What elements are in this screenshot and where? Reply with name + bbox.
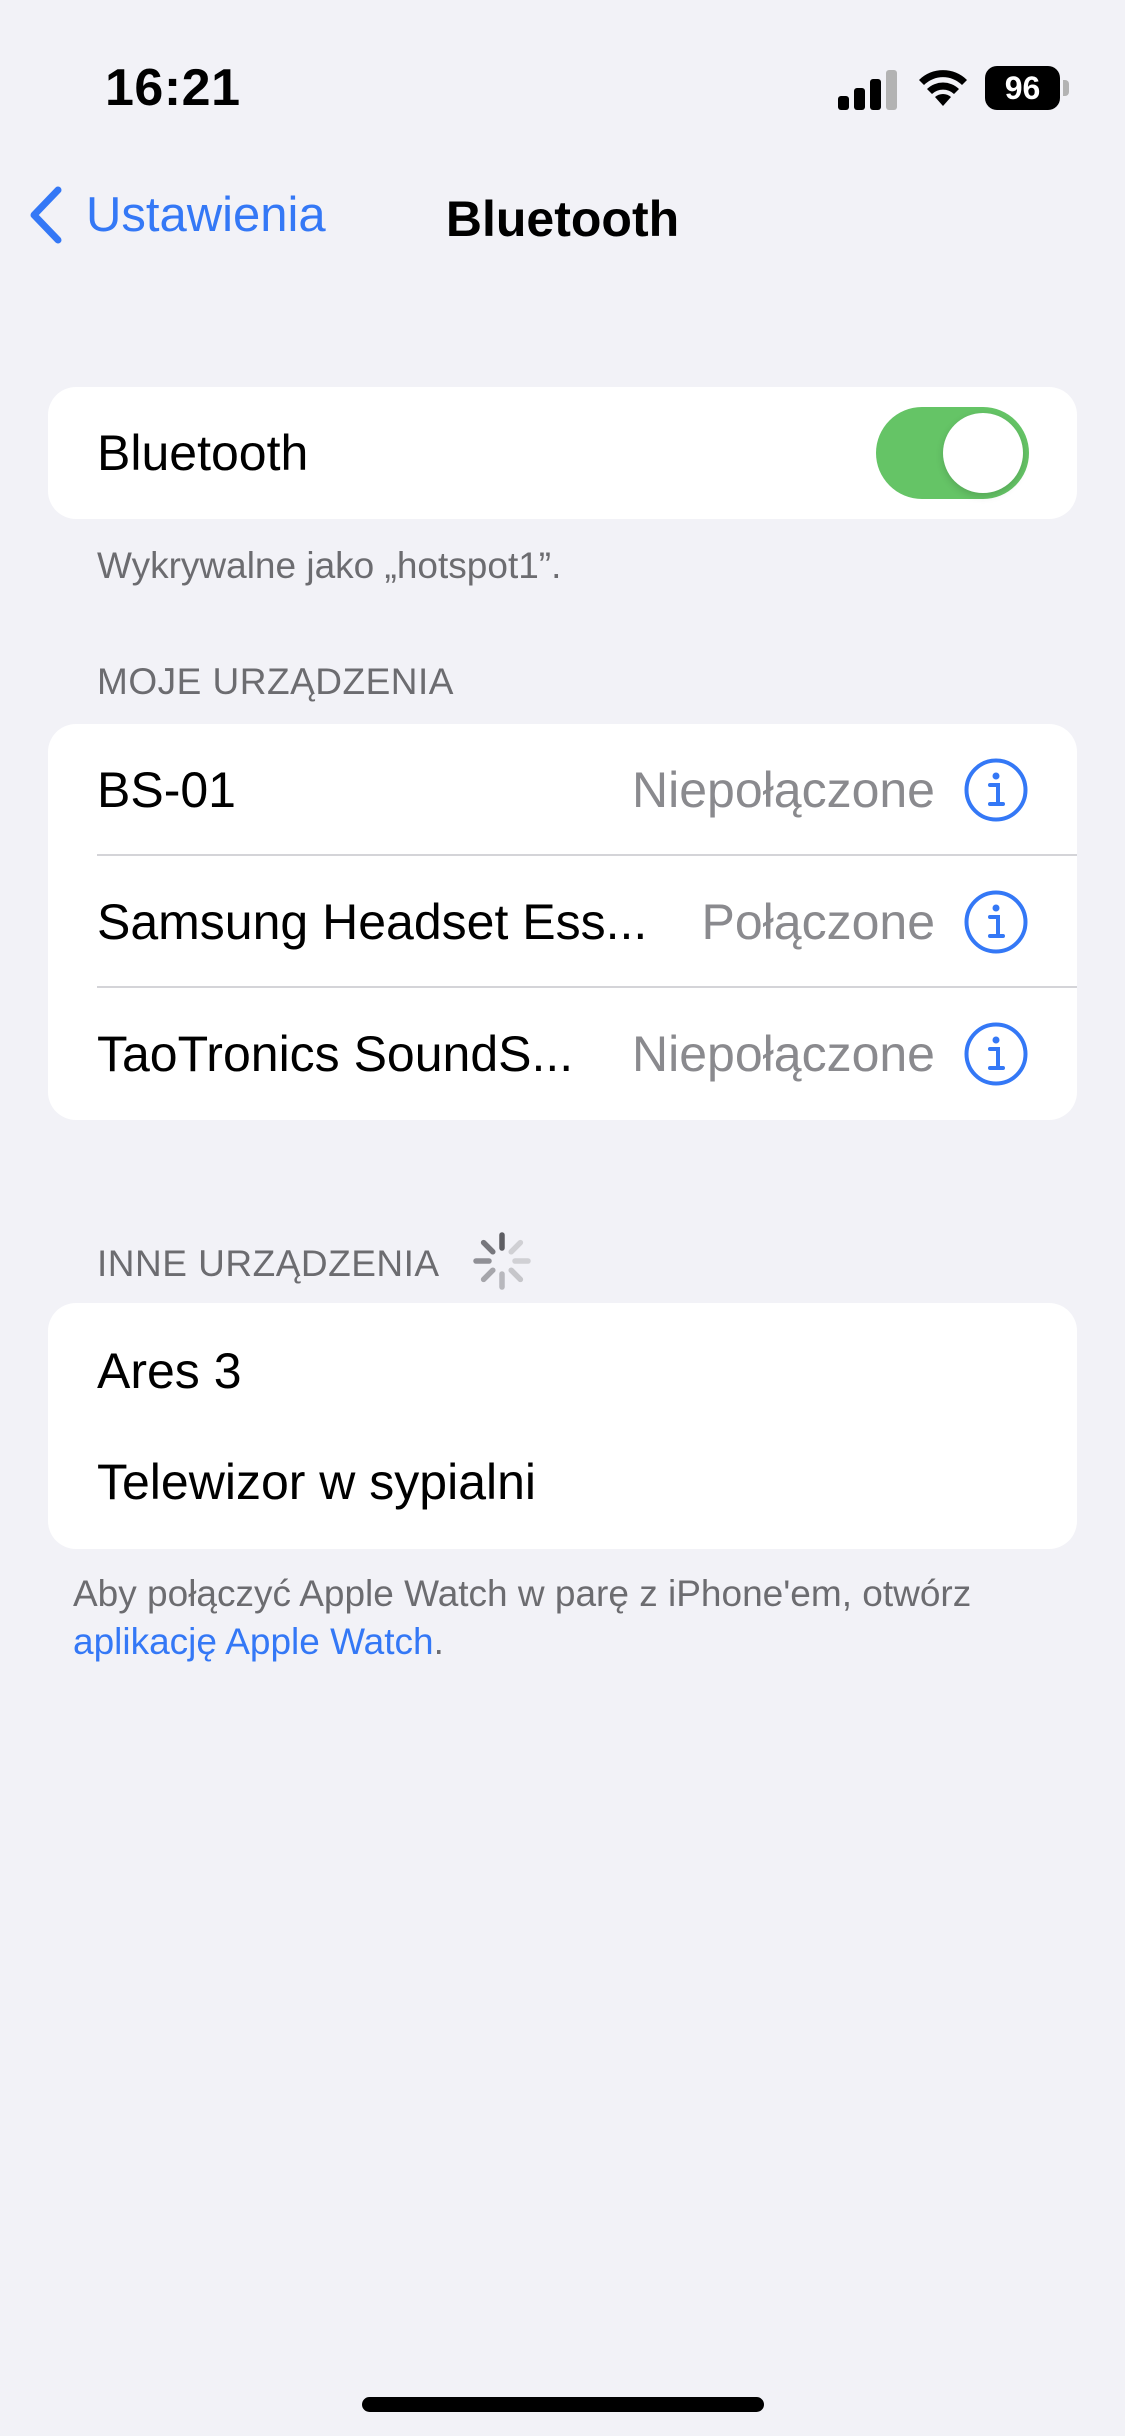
battery-icon: 96: [985, 66, 1069, 110]
device-row[interactable]: Ares 3: [48, 1315, 1077, 1426]
device-row[interactable]: Samsung Headset Ess... Połączone: [48, 856, 1077, 988]
signal-icon: [838, 70, 897, 110]
wifi-icon: [919, 70, 967, 106]
watch-note-text: Aby połączyć Apple Watch w parę z iPhone…: [73, 1573, 972, 1614]
watch-note-end: .: [433, 1621, 444, 1662]
toggle-knob: [943, 413, 1023, 493]
bluetooth-toggle-row: Bluetooth: [48, 387, 1077, 519]
info-icon[interactable]: [963, 889, 1029, 955]
navigation-bar: Ustawienia Bluetooth: [0, 170, 1125, 260]
apple-watch-app-link[interactable]: aplikację Apple Watch: [73, 1621, 434, 1662]
device-name: Telewizor w sypialni: [97, 1453, 537, 1510]
battery-tip: [1063, 80, 1069, 96]
apple-watch-note: Aby połączyć Apple Watch w parę z iPhone…: [73, 1570, 1053, 1666]
status-bar: 16:21 96: [0, 0, 1125, 150]
info-icon[interactable]: [963, 1021, 1029, 1087]
my-devices-header: MOJE URZĄDZENIA: [97, 661, 454, 702]
device-row[interactable]: Telewizor w sypialni: [48, 1426, 1077, 1537]
device-status: Niepołączone: [632, 1026, 935, 1082]
bluetooth-toggle[interactable]: [876, 407, 1029, 499]
other-devices-header: INNE URZĄDZENIA: [97, 1243, 440, 1284]
device-name: TaoTronics SoundS...: [97, 1026, 574, 1082]
info-icon[interactable]: [963, 757, 1029, 823]
other-devices-list: Ares 3 Telewizor w sypialni: [48, 1303, 1077, 1549]
device-name: Samsung Headset Ess...: [97, 894, 648, 950]
home-indicator[interactable]: [362, 2397, 764, 2412]
device-status: Połączone: [701, 894, 936, 950]
device-status: Niepołączone: [632, 762, 935, 818]
discoverable-note: Wykrywalne jako „hotspot1”.: [97, 545, 562, 586]
bluetooth-label: Bluetooth: [97, 425, 309, 481]
page-title: Bluetooth: [445, 191, 680, 247]
my-devices-list: BS-01 Niepołączone Samsung Headset Ess..…: [48, 724, 1077, 1120]
battery-level: 96: [985, 66, 1060, 110]
device-name: BS-01: [97, 762, 236, 818]
device-name: Ares 3: [97, 1342, 242, 1399]
bluetooth-toggle-group: Bluetooth: [48, 387, 1077, 519]
loading-spinner-icon: [473, 1232, 531, 1290]
status-time: 16:21: [105, 59, 241, 117]
device-row[interactable]: BS-01 Niepołączone: [48, 724, 1077, 856]
device-row[interactable]: TaoTronics SoundS... Niepołączone: [48, 988, 1077, 1120]
